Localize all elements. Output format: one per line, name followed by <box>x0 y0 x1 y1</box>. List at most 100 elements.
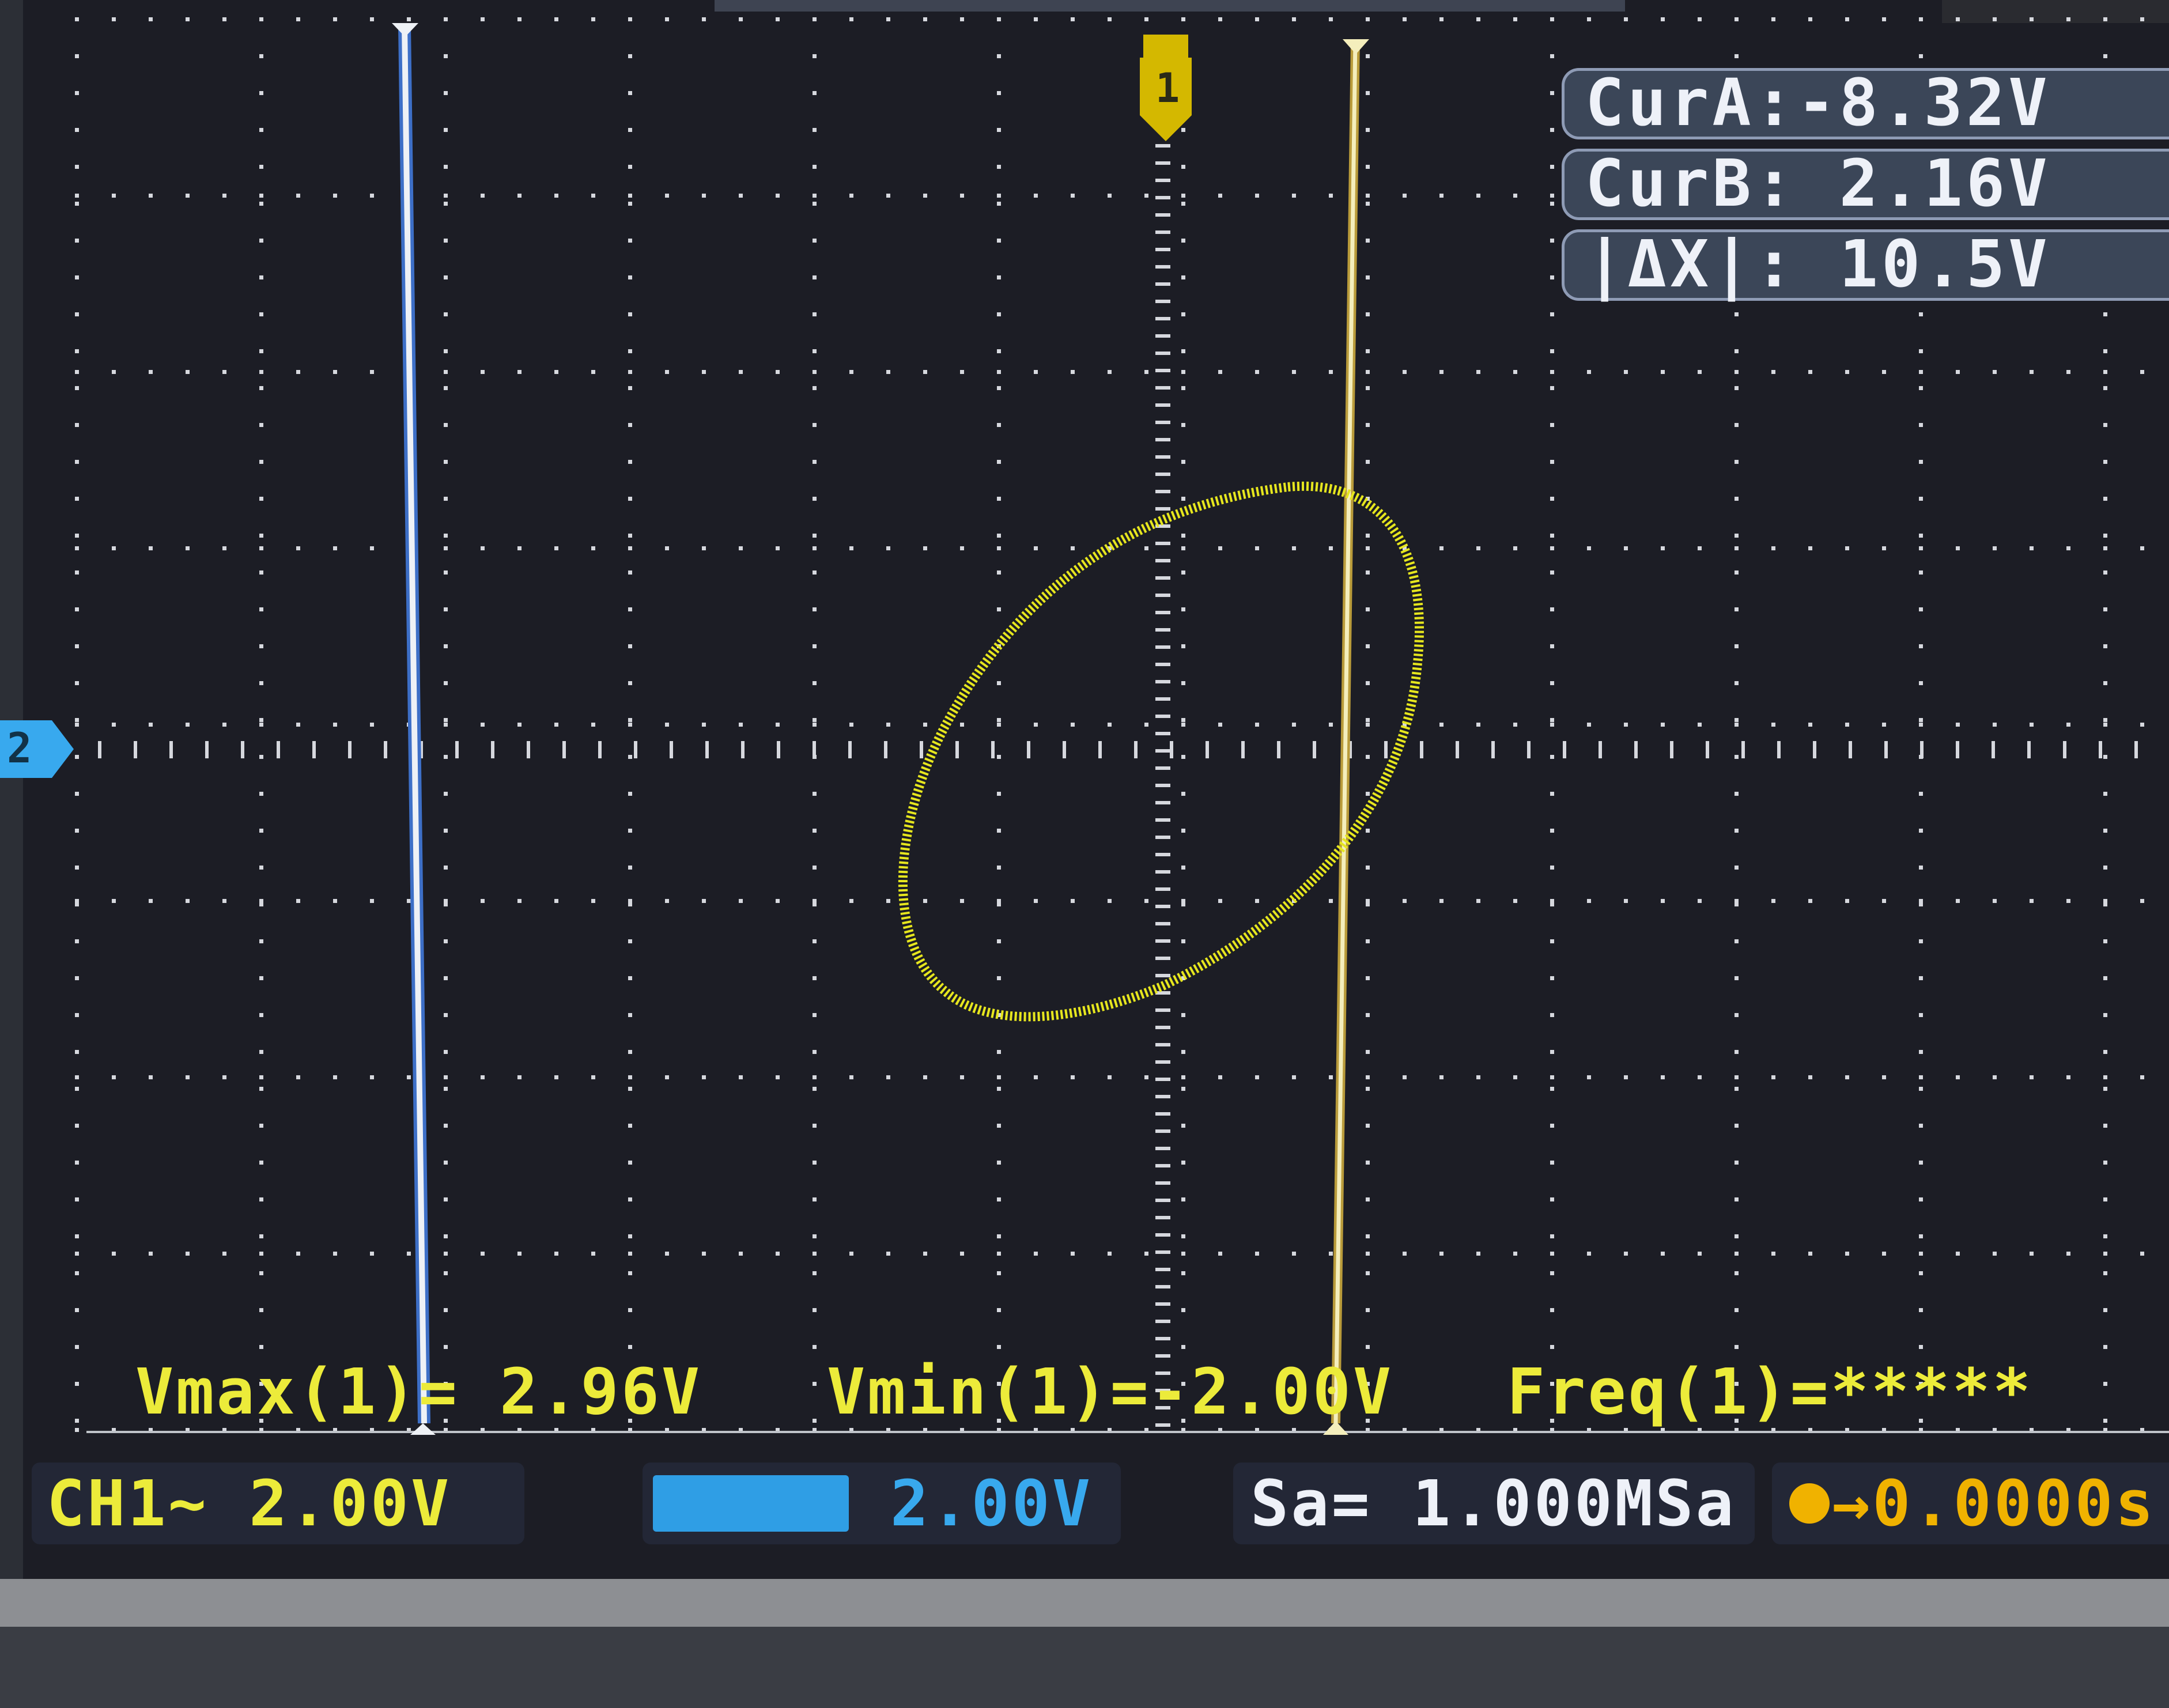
graticule-dot <box>2066 723 2070 727</box>
graticule-dot <box>2103 312 2107 316</box>
ch2-status[interactable]: 2.00V <box>643 1463 1121 1544</box>
graticule-dot <box>134 741 137 758</box>
graticule-dot <box>997 723 1001 727</box>
graticule-dot <box>813 239 817 243</box>
graticule-dot <box>2030 370 2034 374</box>
graticule-dot <box>1476 546 1480 550</box>
graticule-dot <box>960 899 964 903</box>
graticule-dot <box>2103 976 2107 980</box>
graticule-dot <box>628 128 632 132</box>
graticule-dot <box>2103 1050 2107 1054</box>
graticule-dot <box>1884 741 1888 758</box>
graticule-dot <box>75 644 79 648</box>
graticule-dot <box>1735 312 1739 316</box>
graticule-dot <box>923 194 927 198</box>
graticule-dot <box>1366 723 1370 727</box>
graticule-dot <box>776 1075 780 1079</box>
graticule-dot <box>2103 939 2107 943</box>
graticule-dot <box>444 607 448 611</box>
graticule-dot <box>112 546 116 550</box>
graticule-dot <box>112 899 116 903</box>
graticule-dot <box>1624 899 1628 903</box>
graticule-dot <box>628 1197 632 1201</box>
graticule-dot <box>259 681 263 685</box>
graticule-dot <box>1992 741 1995 758</box>
graticule-dot <box>1403 1252 1407 1256</box>
graticule-dot <box>2030 723 2034 727</box>
graticule-dot <box>1439 1075 1444 1079</box>
graticule-dot <box>444 1075 448 1079</box>
graticule-dot <box>2103 1252 2107 1256</box>
graticule-dot <box>370 1252 374 1256</box>
graticule-dot <box>1550 1271 1554 1275</box>
graticule-dot <box>813 275 817 279</box>
graticule-dot <box>1155 1078 1170 1081</box>
graticule-dot <box>1155 1250 1170 1254</box>
graticule-dot <box>997 792 1001 796</box>
graticule-dot <box>1919 423 1923 427</box>
ch1-status[interactable]: CH1∼ 2.00V <box>32 1463 524 1544</box>
graticule-dot <box>149 723 153 727</box>
graticule-dot <box>1366 546 1370 550</box>
graticule-dot <box>1882 546 1886 550</box>
graticule-dot <box>2027 741 2031 758</box>
graticule-dot <box>1919 534 1923 538</box>
graticule-dot <box>776 1252 780 1256</box>
graticule-dot <box>997 1271 1001 1275</box>
graticule-dot <box>1550 128 1554 132</box>
graticule-dot <box>75 902 79 906</box>
graticule-dot <box>296 17 300 21</box>
graticule-dot <box>1155 230 1170 234</box>
graticule-dot <box>1993 1075 1997 1079</box>
graticule-dot <box>186 370 190 374</box>
graticule-dot <box>2103 866 2107 870</box>
graticule-dot <box>554 723 558 727</box>
graticule-dot <box>702 899 706 903</box>
graticule-dot <box>1741 741 1745 758</box>
graticule-dot <box>849 194 853 198</box>
graticule-dot <box>628 54 632 58</box>
graticule-dot <box>2140 17 2144 21</box>
graticule-dot <box>1155 991 1170 995</box>
graticule-dot <box>259 1013 263 1017</box>
graticule-dot <box>813 91 817 95</box>
graticule-dot <box>1155 386 1170 390</box>
graticule-dot <box>886 1252 890 1256</box>
graticule-dot <box>1155 144 1170 148</box>
graticule-dot <box>997 54 1001 58</box>
graticule-dot <box>75 312 79 316</box>
graticule-dot <box>149 546 153 550</box>
graticule-dot <box>517 194 522 198</box>
graticule-dot <box>923 546 927 550</box>
graticule-dot <box>1181 128 1185 132</box>
graticule-dot <box>1366 792 1370 796</box>
graticule-dot <box>1706 741 1709 758</box>
graticule-dot <box>1550 681 1554 685</box>
graticule-dot <box>2103 1419 2107 1423</box>
graticule-dot <box>370 1075 374 1079</box>
graticule-dot <box>1366 194 1370 198</box>
graticule-dot <box>1919 570 1923 575</box>
graticule-dot <box>1108 1252 1112 1256</box>
graticule-dot <box>1919 54 1923 58</box>
graticule-dot <box>2103 681 2107 685</box>
graticule-dot <box>1550 1252 1554 1256</box>
graticule-dot <box>2140 723 2144 727</box>
graticule-dot <box>259 1197 263 1201</box>
graticule-dot <box>75 1428 79 1432</box>
graticule-dot <box>1919 1271 1923 1275</box>
graticule-dot <box>923 370 927 374</box>
graticule-dot <box>1366 866 1370 870</box>
graticule-dot <box>1366 202 1370 206</box>
graticule-dot <box>1735 349 1739 353</box>
graticule-dot <box>333 899 337 903</box>
graticule-dot <box>75 423 79 427</box>
cursor-a-top-marker <box>392 23 418 37</box>
graticule-dot <box>444 755 448 759</box>
graticule-dot <box>75 1345 79 1349</box>
trigger-status[interactable]: →0.0000s <box>1772 1463 2169 1544</box>
graticule-dot <box>1919 976 1923 980</box>
graticule-dot <box>1513 1075 1517 1079</box>
graticule-dot <box>444 54 448 58</box>
cursor-b-line[interactable] <box>1333 40 1358 1424</box>
